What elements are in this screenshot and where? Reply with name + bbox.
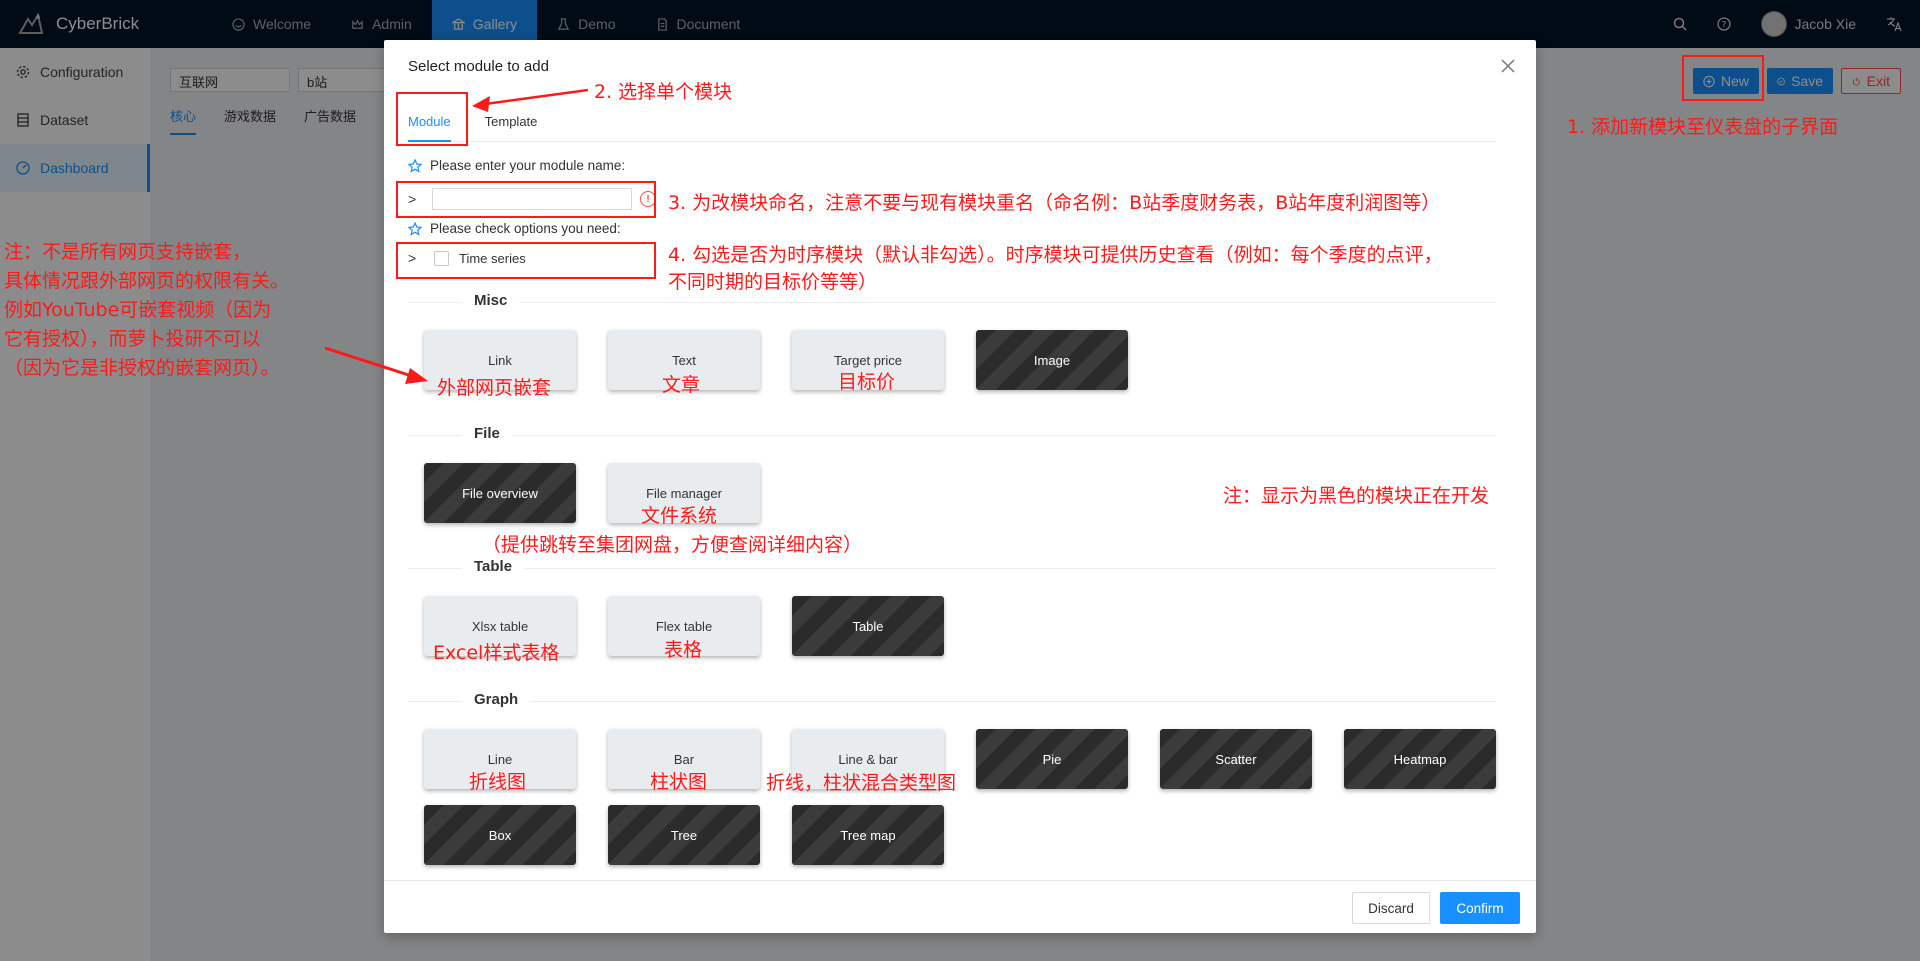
annotation-target: 目标价	[838, 371, 896, 393]
tab-template[interactable]: Template	[485, 104, 538, 142]
annotation-timeseries-1: 4. 勾选是否为时序模块（默认非勾选）。时序模块可提供历史查看（例如：每个季度的…	[668, 244, 1443, 266]
annotation-new: 1. 添加新模块至仪表盘的子界面	[1567, 116, 1839, 138]
section-title-file: File	[462, 425, 512, 442]
section-file: File	[408, 425, 1496, 442]
annotation-file-manager: 文件系统	[641, 505, 718, 527]
annotation-link: 外部网页嵌套	[437, 377, 552, 399]
card-heatmap[interactable]: Heatmap	[1344, 729, 1496, 789]
modal-footer: Discard Confirm	[384, 880, 1536, 933]
module-name-label: Please enter your module name:	[408, 158, 625, 173]
annotation-embed-note: 注：不是所有网页支持嵌套， 具体情况跟外部网页的权限有关。 例如YouTube可…	[4, 241, 290, 379]
annotation-timeseries-2: 不同时期的目标价等等）	[668, 271, 878, 293]
annotation-line-bar: 折线，柱状混合类型图	[766, 772, 957, 794]
card-table[interactable]: Table	[792, 596, 944, 656]
card-tree-map[interactable]: Tree map	[792, 805, 944, 865]
annotation-dark-note: 注：显示为黑色的模块正在开发	[1223, 485, 1490, 507]
annotation-text: 文章	[662, 374, 701, 396]
annotation-box-timeseries	[396, 242, 656, 279]
card-scatter[interactable]: Scatter	[1160, 729, 1312, 789]
modal-title: Select module to add	[408, 57, 549, 75]
annotation-file-manager-desc: （提供跳转至集团网盘，方便查阅详细内容）	[482, 534, 863, 556]
annotation-box-new	[1682, 55, 1764, 101]
annotation-xlsx: Excel样式表格	[433, 642, 560, 664]
card-image[interactable]: Image	[976, 330, 1128, 390]
section-misc: Misc	[408, 292, 1496, 309]
annotation-flex: 表格	[664, 639, 703, 661]
section-title-misc: Misc	[462, 292, 520, 309]
modal-tabs: Module Template	[408, 104, 1496, 142]
annotation-box-module-tab	[396, 92, 468, 146]
star-icon	[408, 158, 422, 173]
annotation-line: 折线图	[469, 771, 527, 793]
close-icon[interactable]	[1498, 56, 1518, 76]
section-table: Table	[408, 558, 1496, 575]
annotation-name: 3. 为改模块命名，注意不要与现有模块重名（命名例：B站季度财务表，B站年度利润…	[668, 192, 1441, 214]
discard-button[interactable]: Discard	[1352, 892, 1430, 924]
card-box[interactable]: Box	[424, 805, 576, 865]
star-icon	[408, 221, 422, 236]
section-graph: Graph	[408, 691, 1496, 708]
section-title-table: Table	[462, 558, 525, 575]
card-file-overview[interactable]: File overview	[424, 463, 576, 523]
card-tree[interactable]: Tree	[608, 805, 760, 865]
confirm-button[interactable]: Confirm	[1440, 892, 1520, 924]
card-pie[interactable]: Pie	[976, 729, 1128, 789]
section-title-graph: Graph	[462, 691, 531, 708]
annotation-box-name-input	[396, 181, 656, 218]
annotation-bar: 柱状图	[650, 771, 708, 793]
annotation-module-tab: 2. 选择单个模块	[594, 81, 733, 103]
options-label: Please check options you need:	[408, 221, 621, 236]
